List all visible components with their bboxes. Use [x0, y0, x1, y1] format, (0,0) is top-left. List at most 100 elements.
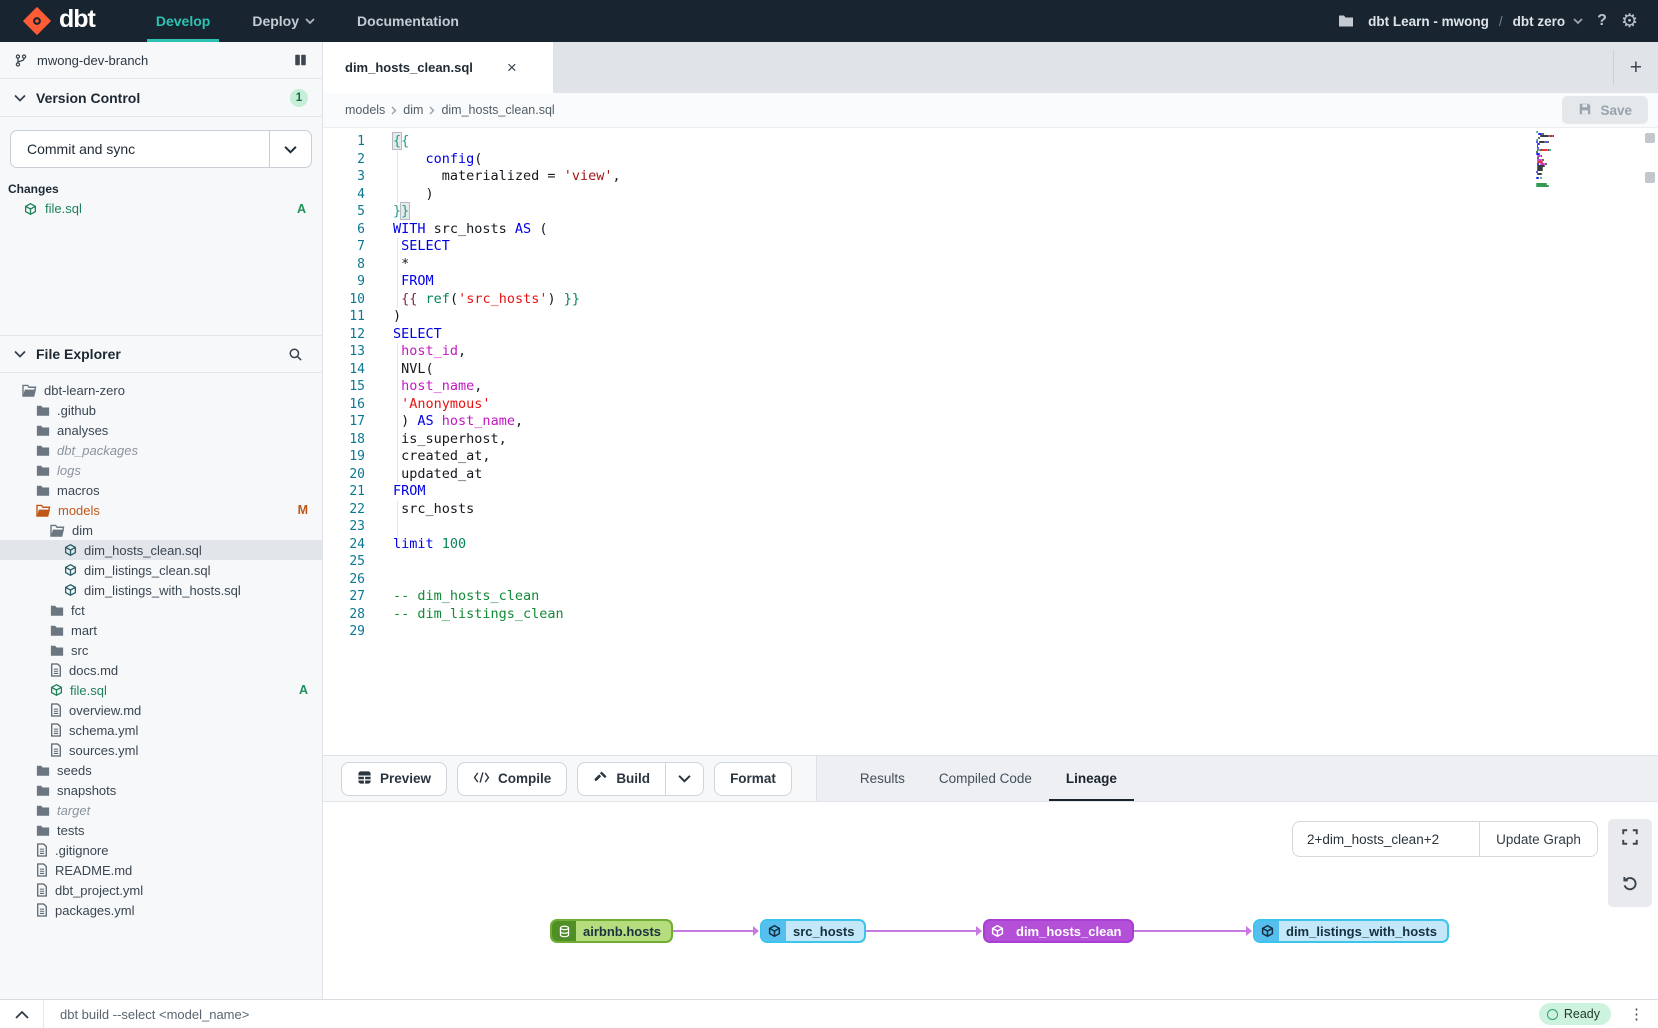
code-line-11[interactable]: 11)	[323, 308, 1658, 326]
lineage-node-airbnb-hosts[interactable]: airbnb.hosts	[550, 919, 673, 943]
code-line-13[interactable]: 13 host_id,	[323, 343, 1658, 361]
code-line-10[interactable]: 10 {{ ref('src_hosts') }}	[323, 291, 1658, 309]
new-tab-button[interactable]: +	[1613, 50, 1658, 85]
lineage-node-dim-hosts-clean[interactable]: dim_hosts_clean	[983, 919, 1134, 943]
gear-icon[interactable]: ⚙	[1621, 10, 1638, 33]
tree-item-dim-listings-with-hosts-sql[interactable]: dim_listings_with_hosts.sql	[0, 580, 322, 600]
tree-item-file-sql[interactable]: file.sqlA	[0, 680, 322, 700]
nav-documentation[interactable]: Documentation	[336, 0, 480, 42]
code-line-19[interactable]: 19 created_at,	[323, 448, 1658, 466]
tree-item-dim[interactable]: dim	[0, 520, 322, 540]
tree-item-schema-yml[interactable]: schema.yml	[0, 720, 322, 740]
code-line-3[interactable]: 3 materialized = 'view',	[323, 168, 1658, 186]
close-tab-icon[interactable]: ×	[507, 58, 517, 78]
help-icon[interactable]: ?	[1597, 12, 1607, 30]
branch-row[interactable]: mwong-dev-branch	[0, 42, 322, 79]
tree-item-analyses[interactable]: analyses	[0, 420, 322, 440]
editor-scrollbar[interactable]	[1645, 133, 1655, 143]
compile-button[interactable]: Compile	[457, 762, 567, 796]
tab-results[interactable]: Results	[843, 756, 922, 801]
tree-item-dbt-learn-zero[interactable]: dbt-learn-zero	[0, 380, 322, 400]
code-line-25[interactable]: 25	[323, 553, 1658, 571]
code-line-22[interactable]: 22 src_hosts	[323, 501, 1658, 519]
code-line-16[interactable]: 16 'Anonymous'	[323, 396, 1658, 414]
tree-item-dbt-project-yml[interactable]: dbt_project.yml	[0, 880, 322, 900]
code-editor[interactable]: 1{{2 config(3 materialized = 'view',4 )5…	[323, 128, 1658, 755]
tree-item-readme-md[interactable]: README.md	[0, 860, 322, 880]
file-search-icon[interactable]	[283, 345, 308, 363]
tree-item-dim-hosts-clean-sql[interactable]: dim_hosts_clean.sql	[0, 540, 322, 560]
layout-columns-icon[interactable]	[293, 53, 308, 67]
code-line-5[interactable]: 5}}	[323, 203, 1658, 221]
tab-lineage[interactable]: Lineage	[1049, 756, 1134, 801]
reset-view-icon[interactable]	[1621, 875, 1639, 898]
tree-item-macros[interactable]: macros	[0, 480, 322, 500]
code-line-18[interactable]: 18 is_superhost,	[323, 431, 1658, 449]
tree-item-logs[interactable]: logs	[0, 460, 322, 480]
build-options-chevron[interactable]	[665, 763, 703, 795]
tree-item-models[interactable]: modelsM	[0, 500, 322, 520]
tab-dim-hosts-clean[interactable]: dim_hosts_clean.sql ×	[323, 42, 553, 93]
nav-deploy[interactable]: Deploy	[231, 0, 336, 42]
breadcrumb-file[interactable]: dim_hosts_clean.sql	[441, 103, 554, 117]
breadcrumb-dim[interactable]: dim	[403, 103, 423, 117]
code-line-21[interactable]: 21FROM	[323, 483, 1658, 501]
tree-item-src[interactable]: src	[0, 640, 322, 660]
commit-and-sync-button[interactable]: Commit and sync	[10, 130, 312, 168]
kebab-menu-icon[interactable]: ⋮	[1629, 1005, 1644, 1023]
tree-item-snapshots[interactable]: snapshots	[0, 780, 322, 800]
dbt-logo[interactable]: dbt	[22, 6, 95, 36]
tree-item-overview-md[interactable]: overview.md	[0, 700, 322, 720]
tab-compiled-code[interactable]: Compiled Code	[922, 756, 1049, 801]
code-line-15[interactable]: 15 host_name,	[323, 378, 1658, 396]
breadcrumb-models[interactable]: models	[345, 103, 385, 117]
tree-item-mart[interactable]: mart	[0, 620, 322, 640]
code-line-17[interactable]: 17 ) AS host_name,	[323, 413, 1658, 431]
code-line-24[interactable]: 24limit 100	[323, 536, 1658, 554]
tree-item-packages-yml[interactable]: packages.yml	[0, 900, 322, 920]
tree-item-target[interactable]: target	[0, 800, 322, 820]
tree-item-seeds[interactable]: seeds	[0, 760, 322, 780]
version-control-header[interactable]: Version Control 1	[0, 79, 322, 117]
code-line-6[interactable]: 6WITH src_hosts AS (	[323, 221, 1658, 239]
lineage-selector-input[interactable]	[1293, 822, 1479, 856]
commit-options-chevron[interactable]	[269, 131, 311, 167]
code-line-1[interactable]: 1{{	[323, 133, 1658, 151]
lineage-canvas[interactable]: Update Graph airbnb.hosts src_hosts dim_ho…	[323, 802, 1658, 999]
command-input[interactable]: dbt build --select <model_name>	[44, 1007, 249, 1022]
code-line-27[interactable]: 27-- dim_hosts_clean	[323, 588, 1658, 606]
code-line-4[interactable]: 4 )	[323, 186, 1658, 204]
tree-item--github[interactable]: .github	[0, 400, 322, 420]
tree-item--gitignore[interactable]: .gitignore	[0, 840, 322, 860]
nav-develop[interactable]: Develop	[135, 0, 231, 42]
build-button[interactable]: Build	[578, 763, 665, 795]
tree-item-sources-yml[interactable]: sources.yml	[0, 740, 322, 760]
lineage-node-src-hosts[interactable]: src_hosts	[760, 919, 866, 943]
lineage-node-dim-listings-with-hosts[interactable]: dim_listings_with_hosts	[1253, 919, 1449, 943]
changed-file-row[interactable]: file.sql A	[0, 198, 322, 219]
tree-item-fct[interactable]: fct	[0, 600, 322, 620]
tree-item-dim-listings-clean-sql[interactable]: dim_listings_clean.sql	[0, 560, 322, 580]
tree-item-tests[interactable]: tests	[0, 820, 322, 840]
save-button[interactable]: Save	[1562, 96, 1648, 124]
tree-item-dbt-packages[interactable]: dbt_packages	[0, 440, 322, 460]
code-line-28[interactable]: 28-- dim_listings_clean	[323, 606, 1658, 624]
format-button[interactable]: Format	[714, 762, 792, 796]
code-line-20[interactable]: 20 updated_at	[323, 466, 1658, 484]
editor-scrollbar-marker[interactable]	[1645, 172, 1655, 183]
code-line-2[interactable]: 2 config(	[323, 151, 1658, 169]
project-selector[interactable]: dbt Learn - mwong / dbt zero	[1368, 14, 1583, 29]
fullscreen-icon[interactable]	[1621, 828, 1639, 851]
file-explorer-header[interactable]: File Explorer	[0, 335, 322, 373]
code-line-8[interactable]: 8 *	[323, 256, 1658, 274]
code-line-7[interactable]: 7 SELECT	[323, 238, 1658, 256]
code-line-12[interactable]: 12SELECT	[323, 326, 1658, 344]
expand-panel-chevron[interactable]	[0, 1000, 44, 1028]
code-line-9[interactable]: 9 FROM	[323, 273, 1658, 291]
preview-button[interactable]: Preview	[341, 762, 447, 796]
update-graph-button[interactable]: Update Graph	[1479, 822, 1597, 856]
code-line-23[interactable]: 23	[323, 518, 1658, 536]
tree-item-docs-md[interactable]: docs.md	[0, 660, 322, 680]
code-line-26[interactable]: 26	[323, 571, 1658, 589]
code-line-29[interactable]: 29	[323, 623, 1658, 641]
